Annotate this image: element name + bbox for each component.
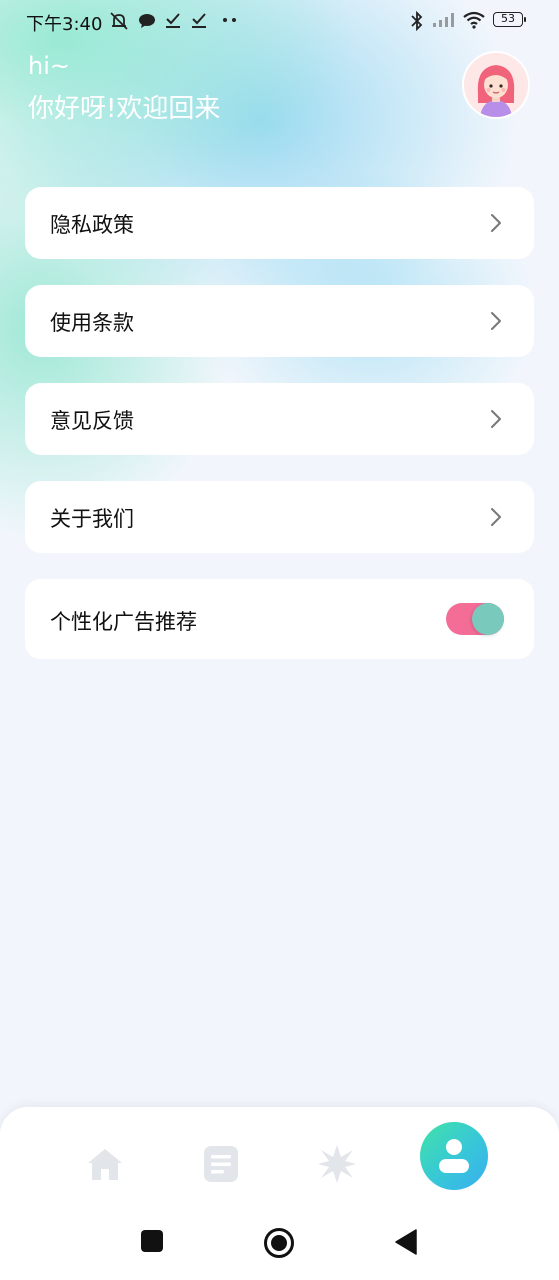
- menu-item-label: 使用条款: [50, 311, 134, 335]
- recent-apps-icon[interactable]: [140, 1229, 164, 1253]
- signal-strength-icon: [433, 13, 454, 27]
- toggle-knob: [472, 603, 504, 635]
- menu-item-about-us[interactable]: 关于我们: [25, 481, 534, 553]
- tab-profile[interactable]: [420, 1122, 488, 1190]
- menu-item-feedback[interactable]: 意见反馈: [25, 383, 534, 455]
- chevron-right-icon: [491, 214, 501, 232]
- tab-discover[interactable]: [303, 1130, 371, 1198]
- personalized-ads-toggle[interactable]: [446, 603, 504, 635]
- menu-item-label: 意见反馈: [50, 409, 134, 433]
- settings-menu: 隐私政策 使用条款 意见反馈 关于我们: [25, 187, 534, 579]
- chevron-right-icon: [491, 508, 501, 526]
- chat-bubble-icon: [139, 14, 155, 28]
- bell-muted-icon: [110, 12, 128, 30]
- welcome-message: 你好呀!欢迎回来: [28, 94, 221, 124]
- download-done-icon: [192, 13, 206, 28]
- home-icon: [88, 1149, 122, 1180]
- more-notifications-icon: [223, 18, 236, 22]
- back-button-icon[interactable]: [394, 1228, 418, 1256]
- greeting-text: hi~: [28, 52, 70, 80]
- tab-home[interactable]: [71, 1130, 139, 1198]
- menu-item-label: 隐私政策: [50, 213, 134, 237]
- menu-item-privacy-policy[interactable]: 隐私政策: [25, 187, 534, 259]
- download-done-icon: [166, 13, 180, 28]
- avatar-illustration: [464, 53, 528, 117]
- menu-item-terms-of-use[interactable]: 使用条款: [25, 285, 534, 357]
- profile-icon: [439, 1139, 469, 1173]
- personalized-ads-label: 个性化广告推荐: [50, 610, 197, 634]
- personalized-ads-setting: 个性化广告推荐: [25, 579, 534, 659]
- document-icon: [204, 1146, 238, 1182]
- status-time: 下午3:40: [26, 14, 103, 35]
- bluetooth-icon: [411, 11, 423, 31]
- home-button-icon[interactable]: [263, 1227, 295, 1259]
- chevron-right-icon: [491, 410, 501, 428]
- chevron-right-icon: [491, 312, 501, 330]
- system-navigation-bar: [0, 1205, 559, 1280]
- tab-documents[interactable]: [187, 1130, 255, 1198]
- battery-icon: 53: [493, 12, 526, 27]
- sparkle-icon: [318, 1145, 356, 1183]
- wifi-icon: [463, 11, 485, 29]
- status-bar: 下午3:40 53: [0, 0, 559, 42]
- user-avatar[interactable]: [462, 51, 530, 119]
- menu-item-label: 关于我们: [50, 507, 134, 531]
